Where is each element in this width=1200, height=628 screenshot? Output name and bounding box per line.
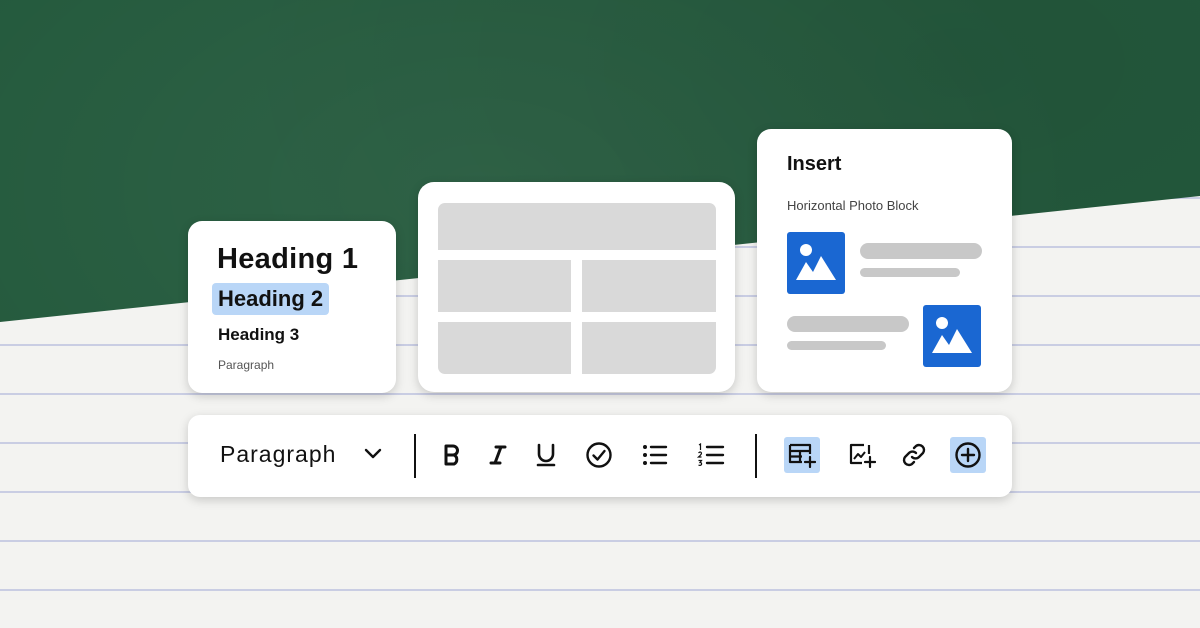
italic-icon[interactable] (480, 437, 516, 473)
insert-card: Insert Horizontal Photo Block (757, 129, 1012, 392)
insert-table-icon[interactable] (784, 437, 820, 473)
link-icon[interactable] (896, 437, 932, 473)
layout-cell-block (438, 260, 571, 312)
layout-cell-block (582, 260, 716, 312)
toolbar-divider (755, 434, 757, 478)
layout-cell-block (582, 322, 716, 374)
paragraph-option[interactable]: Paragraph (218, 358, 274, 372)
underline-icon[interactable] (528, 437, 564, 473)
heading-styles-card: Heading 1 Heading 2 Heading 3 Paragraph (188, 221, 396, 393)
heading-3-option[interactable]: Heading 3 (218, 325, 299, 345)
insert-subtitle[interactable]: Horizontal Photo Block (787, 198, 919, 213)
bold-icon[interactable] (434, 437, 470, 473)
bullet-list-icon[interactable] (637, 437, 673, 473)
layout-preview-card[interactable] (418, 182, 735, 392)
style-select[interactable]: Paragraph (220, 441, 336, 468)
checkmark-circle-icon[interactable] (581, 437, 617, 473)
insert-title: Insert (787, 153, 842, 175)
add-circle-icon[interactable] (950, 437, 986, 473)
image-icon (787, 232, 845, 294)
placeholder-line (860, 243, 982, 259)
heading-2-option[interactable]: Heading 2 (212, 283, 330, 315)
layout-header-block (438, 203, 716, 250)
layout-cell-block (438, 322, 571, 374)
placeholder-line (787, 316, 909, 332)
image-icon (923, 305, 981, 367)
insert-image-icon[interactable] (844, 437, 880, 473)
placeholder-line (860, 268, 960, 277)
editor-toolbar: Paragraph (188, 415, 1012, 497)
heading-1-option[interactable]: Heading 1 (217, 243, 358, 276)
placeholder-line (787, 341, 886, 350)
numbered-list-icon[interactable] (693, 437, 729, 473)
toolbar-divider (414, 434, 416, 478)
chevron-down-icon[interactable] (364, 447, 382, 461)
